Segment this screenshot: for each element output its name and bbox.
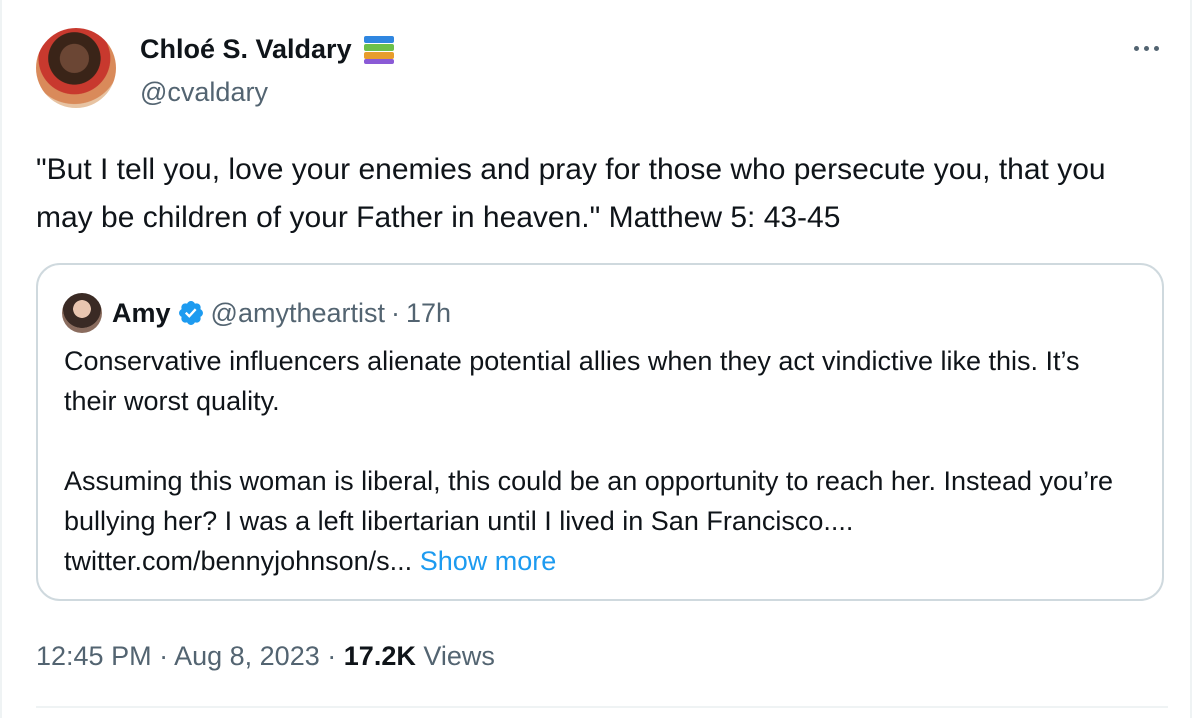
quoted-timestamp: 17h: [406, 297, 452, 328]
quoted-author-handle: @amytheartist: [210, 297, 385, 328]
quoted-separator: ·: [391, 297, 400, 328]
author-name[interactable]: Chloé S. Valdary: [140, 31, 352, 67]
quoted-paragraph-2-text: Assuming this woman is liberal, this cou…: [64, 466, 1114, 576]
verified-badge-icon: [178, 301, 203, 325]
quoted-paragraph-1: Conservative influencers alienate potent…: [64, 346, 1080, 416]
views-count: 17.2K: [343, 641, 416, 671]
meta-separator-2: ·: [327, 641, 337, 671]
author-info[interactable]: Chloé S. Valdary @cvaldary: [140, 31, 396, 109]
quoted-author-name: Amy: [112, 297, 171, 328]
more-options-icon[interactable]: [1126, 34, 1166, 62]
quoted-tweet-body: Conservative influencers alienate potent…: [64, 341, 1134, 581]
tweet-text: "But I tell you, love your enemies and p…: [36, 153, 1114, 234]
bottom-divider: [36, 706, 1168, 708]
tweet-date[interactable]: Aug 8, 2023: [174, 641, 320, 671]
quoted-author-avatar: [62, 293, 102, 333]
author-avatar[interactable]: [36, 28, 116, 108]
quoted-tweet-card[interactable]: Amy @amytheartist · 17h Conservative inf…: [36, 263, 1164, 601]
quoted-paragraph-2: Assuming this woman is liberal, this cou…: [64, 461, 1134, 581]
tweet-meta: 12:45 PM · Aug 8, 2023 · 17.2K Views: [36, 636, 495, 676]
quoted-tweet-header: Amy @amytheartist · 17h: [62, 293, 451, 333]
show-more-link[interactable]: Show more: [420, 546, 557, 576]
views-label: Views: [423, 641, 495, 671]
books-emoji-icon: [362, 34, 396, 64]
frame-left-border: [0, 0, 2, 718]
tweet-header: Chloé S. Valdary @cvaldary: [36, 28, 1166, 110]
author-handle[interactable]: @cvaldary: [140, 75, 396, 109]
tweet-time[interactable]: 12:45 PM: [36, 641, 152, 671]
meta-separator-1: ·: [159, 641, 169, 671]
